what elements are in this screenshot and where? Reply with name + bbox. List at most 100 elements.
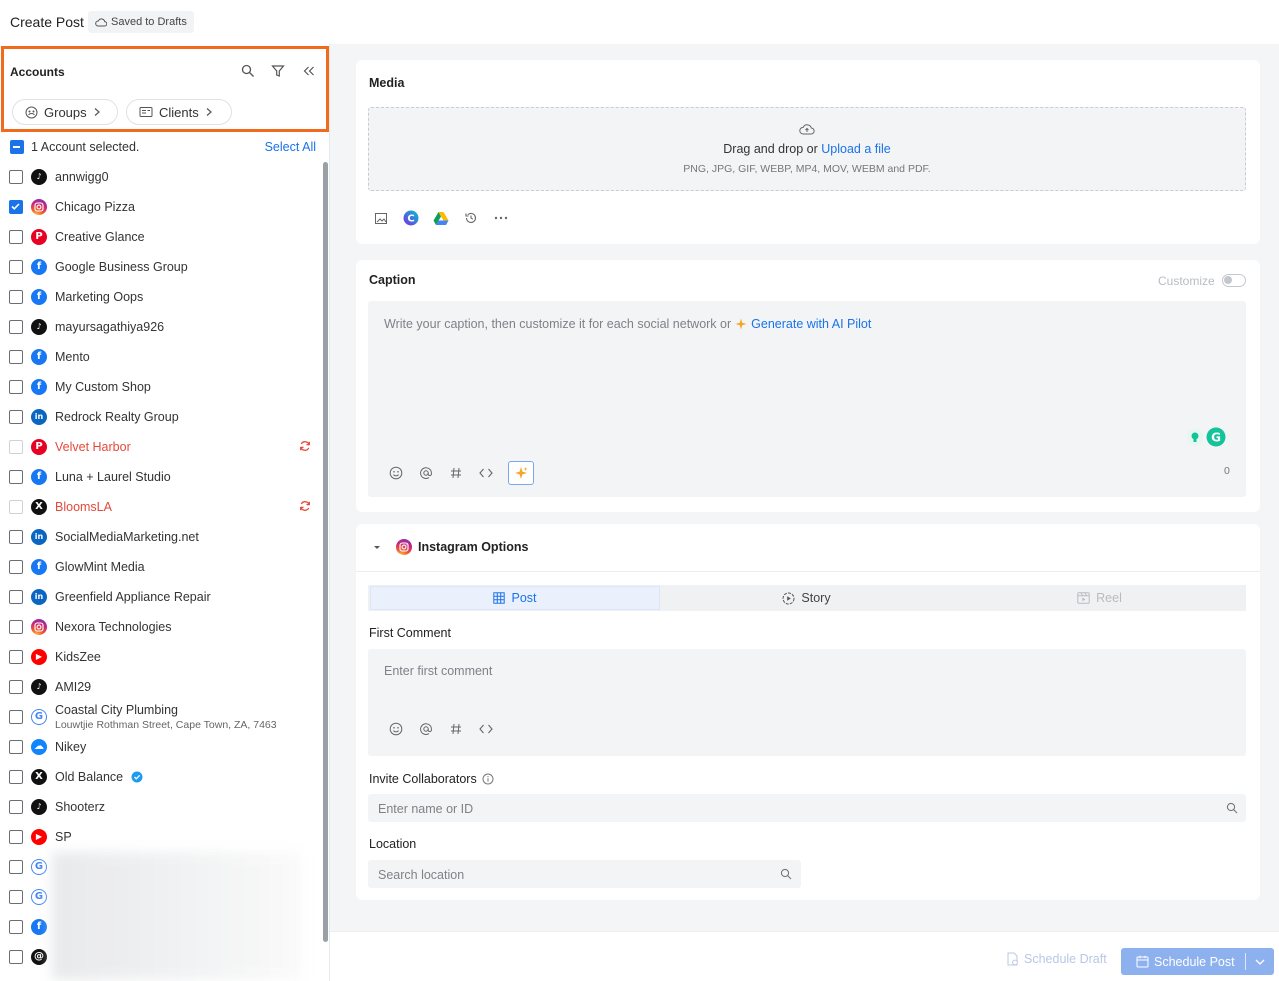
- hashtag-icon[interactable]: [448, 721, 464, 737]
- account-checkbox[interactable]: [9, 350, 23, 364]
- collaborators-input[interactable]: [368, 794, 1246, 822]
- account-checkbox[interactable]: [9, 380, 23, 394]
- account-checkbox[interactable]: [9, 260, 23, 274]
- account-checkbox[interactable]: [9, 890, 23, 904]
- reconnect-icon[interactable]: [299, 500, 311, 512]
- history-icon[interactable]: [463, 210, 479, 226]
- select-all-link[interactable]: Select All: [265, 140, 316, 154]
- upload-file-link[interactable]: Upload a file: [821, 142, 891, 156]
- tab-story[interactable]: Story: [660, 586, 953, 610]
- media-title: Media: [369, 76, 405, 90]
- account-checkbox[interactable]: [9, 530, 23, 544]
- facebook-icon: f: [31, 469, 47, 485]
- account-checkbox[interactable]: [9, 740, 23, 754]
- account-item[interactable]: ♪ Shooterz: [9, 792, 315, 822]
- account-checkbox[interactable]: [9, 680, 23, 694]
- account-checkbox[interactable]: [9, 590, 23, 604]
- emoji-icon[interactable]: [388, 465, 404, 481]
- account-item[interactable]: f Google Business Group: [9, 252, 315, 282]
- account-checkbox[interactable]: [9, 470, 23, 484]
- bluesky-icon: ☁: [31, 739, 47, 755]
- search-icon[interactable]: [780, 868, 792, 880]
- sidebar-scrollbar[interactable]: [323, 162, 328, 942]
- account-item[interactable]: f GlowMint Media: [9, 552, 315, 582]
- account-checkbox[interactable]: [9, 170, 23, 184]
- search-icon[interactable]: [1226, 802, 1238, 814]
- account-checkbox[interactable]: [9, 800, 23, 814]
- account-checkbox[interactable]: [9, 770, 23, 784]
- hashtag-icon[interactable]: [448, 465, 464, 481]
- account-item[interactable]: Nexora Technologies: [9, 612, 315, 642]
- google-drive-icon[interactable]: [433, 210, 449, 226]
- mention-icon[interactable]: [418, 465, 434, 481]
- filter-icon[interactable]: [271, 64, 285, 78]
- code-icon[interactable]: [478, 465, 494, 481]
- schedule-post-button[interactable]: Schedule Post: [1121, 948, 1274, 975]
- account-item[interactable]: P Creative Glance: [9, 222, 315, 252]
- emoji-icon[interactable]: [388, 721, 404, 737]
- search-icon[interactable]: [241, 64, 255, 78]
- generate-ai-link[interactable]: Generate with AI Pilot: [751, 317, 871, 331]
- account-name: Marketing Oops: [55, 290, 144, 304]
- account-item[interactable]: ♪ annwigg0: [9, 162, 315, 192]
- account-item[interactable]: X Old Balance: [9, 762, 315, 792]
- ai-sparkle-button[interactable]: [508, 461, 534, 485]
- account-checkbox[interactable]: [9, 230, 23, 244]
- account-checkbox[interactable]: [9, 320, 23, 334]
- account-item[interactable]: ♪ AMI29: [9, 672, 315, 702]
- reconnect-icon[interactable]: [299, 440, 311, 452]
- account-item[interactable]: G Coastal City Plumbing Louwtjie Rothman S…: [9, 702, 315, 732]
- account-item[interactable]: ▶ KidsZee: [9, 642, 315, 672]
- account-item[interactable]: ♪ mayursagathiya926: [9, 312, 315, 342]
- mention-icon[interactable]: [418, 721, 434, 737]
- canva-icon[interactable]: C: [403, 210, 419, 226]
- account-item[interactable]: Chicago Pizza: [9, 192, 315, 222]
- account-item[interactable]: ▶ SP: [9, 822, 315, 852]
- account-item[interactable]: ☁ Nikey: [9, 732, 315, 762]
- schedule-post-main[interactable]: Schedule Post: [1121, 955, 1245, 969]
- account-checkbox[interactable]: [9, 410, 23, 424]
- account-item[interactable]: in SocialMediaMarketing.net: [9, 522, 315, 552]
- account-checkbox[interactable]: [9, 950, 23, 964]
- location-label: Location: [369, 837, 417, 851]
- account-checkbox[interactable]: [9, 650, 23, 664]
- grammarly-widget[interactable]: G: [1186, 427, 1226, 447]
- first-comment-input[interactable]: [368, 649, 1246, 756]
- account-checkbox[interactable]: [9, 920, 23, 934]
- clients-button[interactable]: Clients: [126, 99, 232, 125]
- account-item[interactable]: f Mento: [9, 342, 315, 372]
- tab-post[interactable]: Post: [370, 586, 660, 610]
- more-options-icon[interactable]: [493, 210, 509, 226]
- account-name: Google Business Group: [55, 260, 188, 274]
- account-item[interactable]: f Luna + Laurel Studio: [9, 462, 315, 492]
- customize-toggle[interactable]: [1222, 274, 1246, 287]
- account-checkbox[interactable]: [9, 830, 23, 844]
- chevron-down-icon[interactable]: [1246, 959, 1274, 965]
- code-icon[interactable]: [478, 721, 494, 737]
- caret-down-icon[interactable]: [372, 542, 382, 552]
- schedule-draft-button[interactable]: Schedule Draft: [1006, 952, 1107, 966]
- account-item[interactable]: in Redrock Realty Group: [9, 402, 315, 432]
- groups-button[interactable]: Groups: [12, 99, 118, 125]
- account-item[interactable]: X BloomsLA: [9, 492, 315, 522]
- supported-formats: PNG, JPG, GIF, WEBP, MP4, MOV, WEBM and …: [683, 163, 931, 175]
- account-checkbox[interactable]: [9, 290, 23, 304]
- account-checkbox[interactable]: [9, 440, 23, 454]
- collapse-icon[interactable]: [302, 64, 316, 78]
- info-icon[interactable]: [482, 773, 494, 785]
- select-all-checkbox[interactable]: [10, 140, 24, 154]
- svg-text:G: G: [1211, 431, 1221, 445]
- id-card-icon: [139, 106, 153, 118]
- account-item[interactable]: f My Custom Shop: [9, 372, 315, 402]
- account-item[interactable]: f Marketing Oops: [9, 282, 315, 312]
- account-checkbox[interactable]: [9, 200, 23, 214]
- image-library-icon[interactable]: [373, 210, 389, 226]
- account-item[interactable]: P Velvet Harbor: [9, 432, 315, 462]
- account-checkbox[interactable]: [9, 710, 23, 724]
- account-item[interactable]: in Greenfield Appliance Repair: [9, 582, 315, 612]
- account-checkbox[interactable]: [9, 620, 23, 634]
- tab-reel[interactable]: Reel: [953, 586, 1246, 610]
- account-checkbox[interactable]: [9, 500, 23, 514]
- account-checkbox[interactable]: [9, 560, 23, 574]
- account-checkbox[interactable]: [9, 860, 23, 874]
